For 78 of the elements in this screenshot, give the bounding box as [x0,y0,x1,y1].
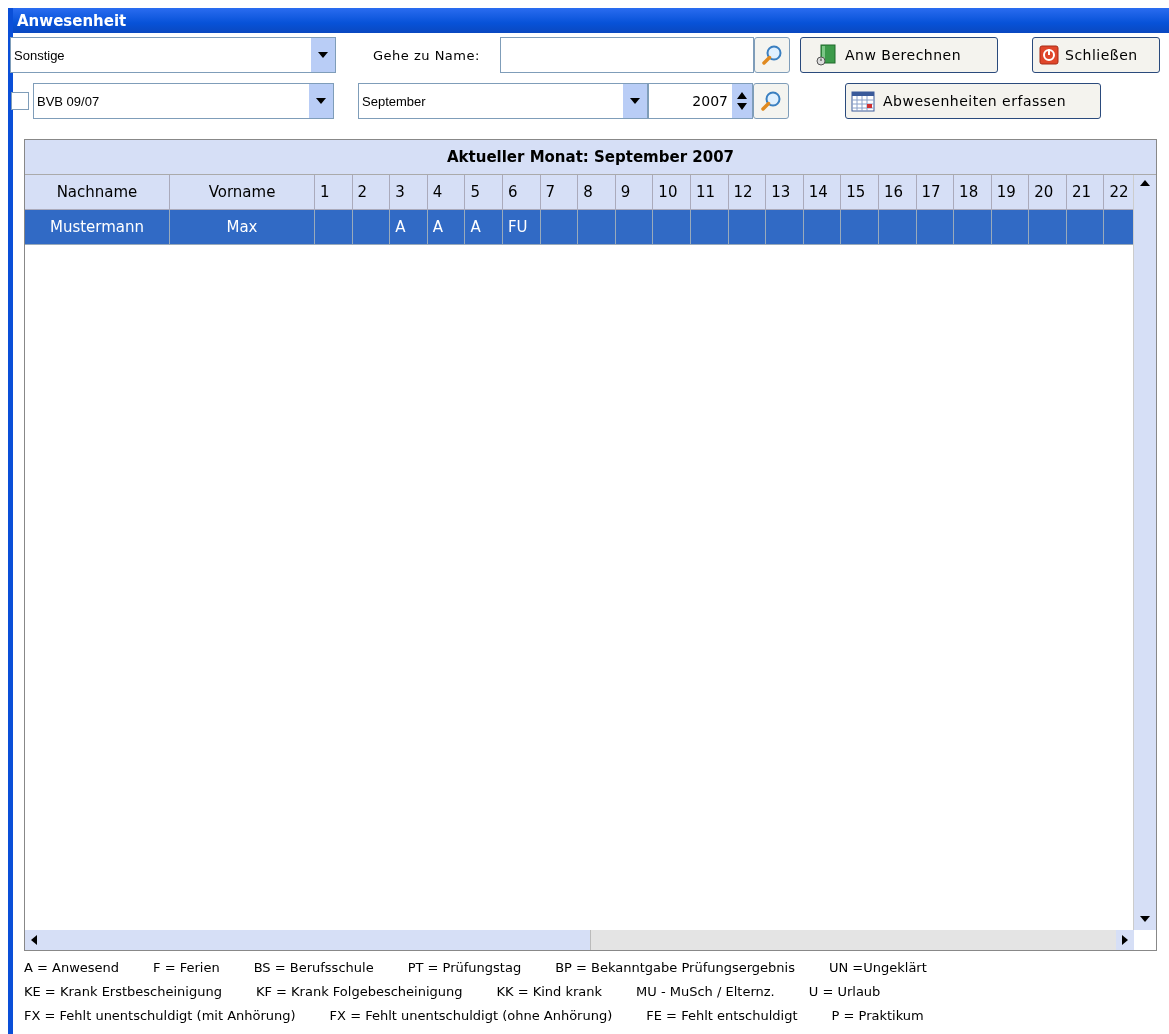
column-header[interactable]: 8 [578,175,616,210]
column-header[interactable]: 19 [991,175,1030,210]
caret-icon [316,98,326,104]
column-header[interactable]: 1 [315,175,353,210]
horizontal-scrollbar[interactable] [25,930,1134,950]
column-header[interactable]: 16 [878,175,917,210]
legend-item: U = Urlaub [808,984,881,999]
search-button[interactable] [753,83,789,119]
spin-arrows-icon[interactable] [732,84,752,118]
legend-item: PT = Prüfungstag [407,960,522,975]
group-dropdown[interactable]: BVB 09/07 [33,83,334,119]
search-icon [761,44,783,66]
legend-item: A = Anwesend [24,960,120,975]
table-cell: A [432,218,444,236]
table-cell: Max [226,218,258,236]
table-row[interactable]: Mustermann Max A A A FU [25,210,1133,245]
legend-item: FX = Fehlt unentschuldigt (ohne Anhörung) [329,1008,613,1023]
table-title: Aktueller Monat: September 2007 [25,140,1156,175]
record-absences-button[interactable]: Abwesenheiten erfassen [845,83,1101,119]
column-header[interactable]: 9 [615,175,654,210]
legend-item: FX = Fehlt unentschuldigt (mit Anhörung) [24,1008,296,1023]
column-header[interactable]: 10 [653,175,691,210]
table-cell: A [395,218,406,236]
power-icon [1039,45,1059,65]
column-header[interactable]: 11 [690,175,729,210]
column-header[interactable]: 14 [803,175,842,210]
column-header[interactable]: 21 [1066,175,1105,210]
dropdown-button[interactable] [623,84,647,118]
caret-icon [630,98,640,104]
legend-item: BP = Bekanntgabe Prüfungsergebnis [555,960,795,975]
dropdown-button[interactable] [309,84,333,118]
calculate-button[interactable]: Anw Berechnen [800,37,998,73]
month-dropdown[interactable]: September [358,83,648,119]
category-dropdown[interactable]: Sonstige [10,37,336,73]
table-cell: Mustermann [49,218,145,236]
scroll-down-icon[interactable] [1140,916,1150,922]
column-header[interactable]: 20 [1029,175,1067,210]
year-spinner[interactable]: 2007 [648,83,753,119]
legend-item: F = Ferien [153,960,220,975]
column-header[interactable]: 22 [1104,175,1133,210]
close-button[interactable]: Schließen [1032,37,1160,73]
calendar-icon [851,90,875,112]
legend-item: P = Praktikum [831,1008,924,1023]
goto-label: Gehe zu Name: [373,47,481,63]
column-header[interactable]: 2 [352,175,391,210]
column-header[interactable]: 6 [502,175,541,210]
book-icon [815,44,837,66]
legend-item: KE = Krank Erstbescheinigung [24,984,222,999]
caret-icon [318,52,328,58]
table-cell: A [470,218,481,236]
dropdown-button[interactable] [311,38,335,72]
legend-item: UN =Ungeklärt [828,960,927,975]
column-header[interactable]: 13 [766,175,804,210]
table-cell: FU [507,218,528,236]
scroll-right-icon[interactable] [1122,935,1128,945]
column-header[interactable]: 3 [390,175,428,210]
checkbox[interactable] [11,92,29,110]
legend-item: BS = Berufsschule [253,960,374,975]
column-header[interactable]: 15 [841,175,879,210]
column-header[interactable]: 18 [954,175,992,210]
legend-item: KK = Kind krank [496,984,603,999]
column-header[interactable]: Vorname [170,175,315,210]
search-button[interactable] [754,37,790,73]
name-search-field[interactable] [500,37,754,73]
legend-item: KF = Krank Folgebescheinigung [255,984,463,999]
column-header[interactable]: 5 [465,175,503,210]
legend-item: FE = Fehlt entschuldigt [646,1008,798,1023]
window-title: Anwesenheit [17,11,127,30]
column-header[interactable]: 4 [427,175,466,210]
vertical-scrollbar[interactable] [1133,175,1156,930]
column-header[interactable]: 12 [728,175,767,210]
scroll-up-icon[interactable] [1140,180,1150,186]
search-icon [760,90,782,112]
legend-item: MU - MuSch / Elternz. [636,984,775,999]
scroll-left-icon[interactable] [31,935,37,945]
column-header[interactable]: 17 [916,175,955,210]
column-header[interactable]: Nachname [25,175,170,210]
column-header[interactable]: 7 [540,175,579,210]
